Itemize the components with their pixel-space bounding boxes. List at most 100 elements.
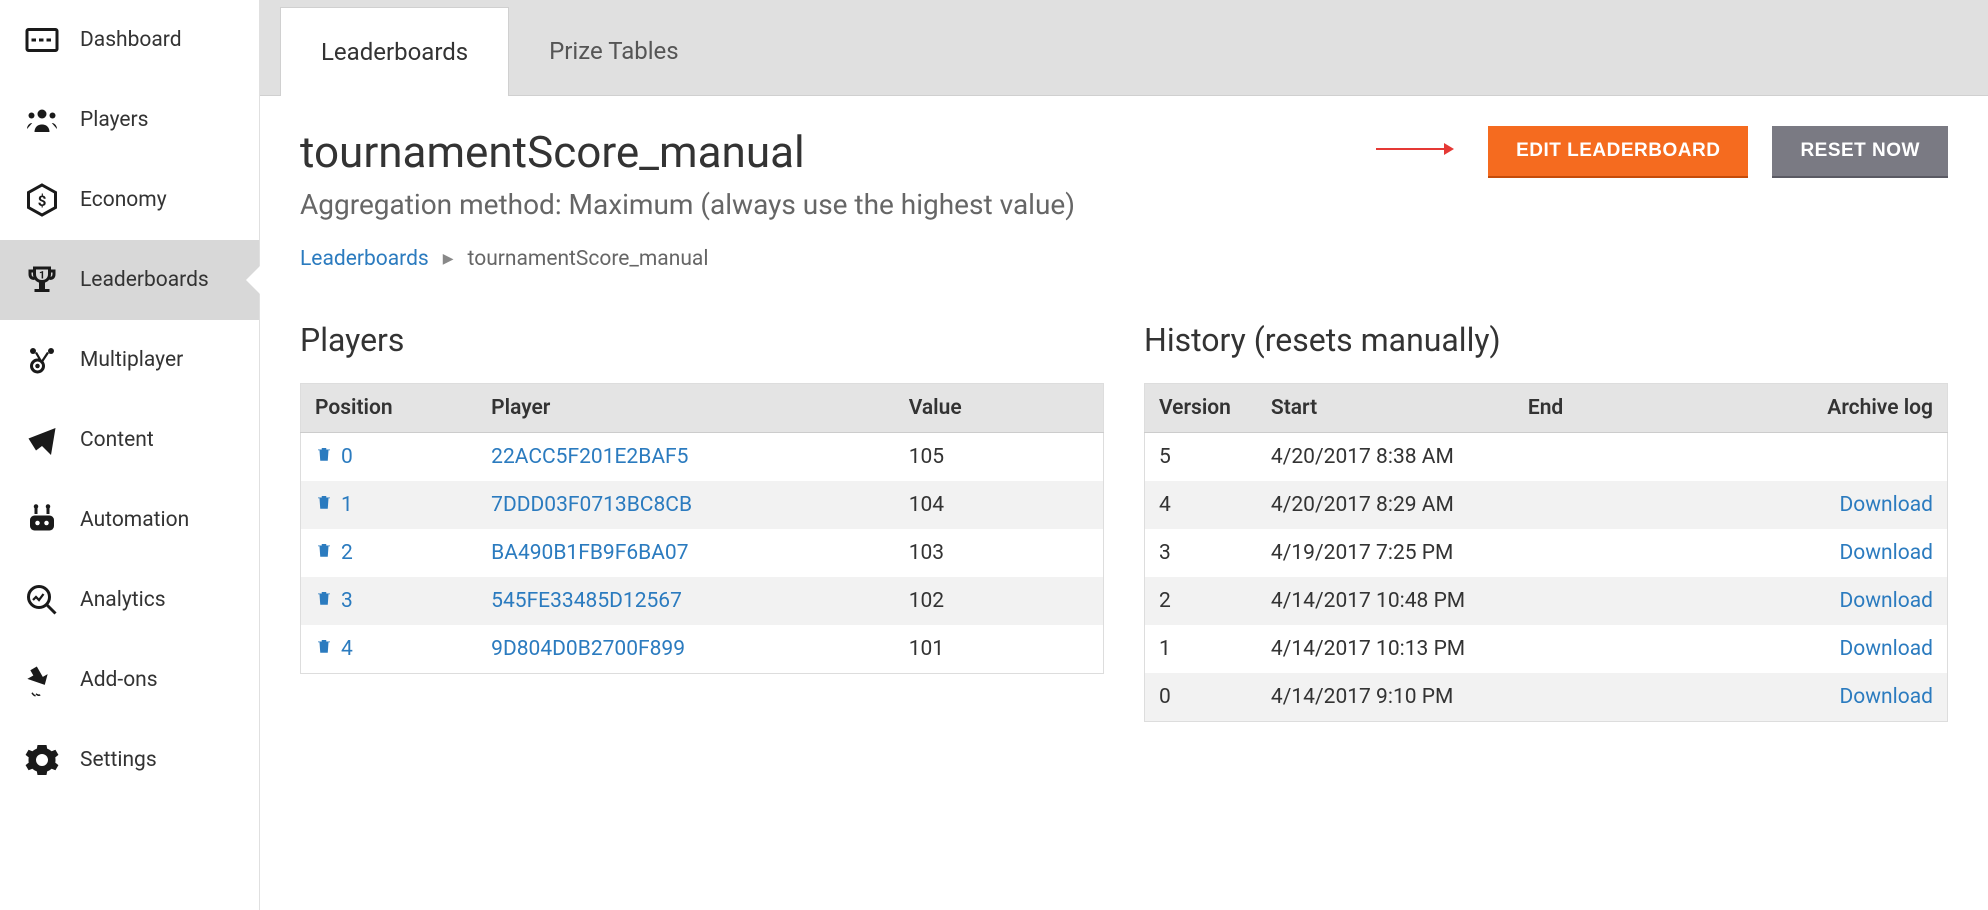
history-panel-title: History (resets manually) [1144, 321, 1948, 359]
archive-cell: Download [1707, 625, 1948, 673]
version-cell: 1 [1145, 625, 1257, 673]
end-cell [1514, 577, 1707, 625]
download-link[interactable]: Download [1840, 541, 1934, 565]
breadcrumb-current: tournamentScore_manual [468, 247, 709, 271]
download-link[interactable]: Download [1840, 589, 1934, 613]
player-link[interactable]: BA490B1FB9F6BA07 [491, 541, 688, 565]
archive-cell: Download [1707, 529, 1948, 577]
start-cell: 4/14/2017 10:48 PM [1257, 577, 1514, 625]
position-link[interactable]: 4 [341, 637, 353, 661]
sidebar-item-label: Analytics [80, 588, 166, 612]
col-position: Position [301, 384, 478, 433]
position-link[interactable]: 2 [341, 541, 353, 565]
sidebar-item-dashboard[interactable]: Dashboard [0, 0, 259, 80]
start-cell: 4/20/2017 8:29 AM [1257, 481, 1514, 529]
sidebar-item-addons[interactable]: Add-ons [0, 640, 259, 720]
content-icon [22, 420, 62, 460]
sidebar-item-label: Players [80, 108, 149, 132]
version-cell: 3 [1145, 529, 1257, 577]
sidebar-item-leaderboards[interactable]: 1 Leaderboards [0, 240, 259, 320]
sidebar-item-players[interactable]: Players [0, 80, 259, 160]
players-icon [22, 100, 62, 140]
table-row: 54/20/2017 8:38 AM [1145, 433, 1948, 482]
breadcrumb: Leaderboards ▶ tournamentScore_manual [300, 247, 1948, 271]
table-row: 34/19/2017 7:25 PMDownload [1145, 529, 1948, 577]
version-cell: 2 [1145, 577, 1257, 625]
end-cell [1514, 433, 1707, 482]
col-value: Value [895, 384, 1104, 433]
edit-leaderboard-button[interactable]: EDIT LEADERBOARD [1488, 126, 1748, 176]
col-end: End [1514, 384, 1707, 433]
trash-icon[interactable] [315, 589, 333, 613]
col-archive: Archive log [1707, 384, 1948, 433]
players-table: Position Player Value 0 22ACC5F201E2BAF5 1… [300, 383, 1104, 674]
settings-icon [22, 740, 62, 780]
position-link[interactable]: 1 [341, 493, 353, 517]
automation-icon [22, 500, 62, 540]
table-row: 44/20/2017 8:29 AMDownload [1145, 481, 1948, 529]
end-cell [1514, 481, 1707, 529]
download-link[interactable]: Download [1840, 685, 1934, 709]
end-cell [1514, 529, 1707, 577]
analytics-icon [22, 580, 62, 620]
player-link[interactable]: 7DDD03F0713BC8CB [491, 493, 692, 517]
table-row: 3545FE33485D12567102 [301, 577, 1104, 625]
table-row: 0 22ACC5F201E2BAF5 105 [301, 433, 1104, 482]
panels: Players Position Player Value 022ACC5F20… [300, 321, 1948, 722]
breadcrumb-root[interactable]: Leaderboards [300, 247, 429, 271]
version-cell: 5 [1145, 433, 1257, 482]
sidebar-item-analytics[interactable]: Analytics [0, 560, 259, 640]
sidebar-item-label: Economy [80, 188, 167, 212]
player-link[interactable]: 22ACC5F201E2BAF5 [491, 445, 688, 469]
table-row: 1 7DDD03F0713BC8CB 104 [301, 481, 1104, 529]
table-row: 24/14/2017 10:48 PM Download [1145, 577, 1948, 625]
players-panel: Players Position Player Value 022ACC5F20… [300, 321, 1104, 722]
sidebar-item-economy[interactable]: $ Economy [0, 160, 259, 240]
download-link[interactable]: Download [1840, 493, 1934, 517]
leaderboards-icon: 1 [22, 260, 62, 300]
sidebar-item-label: Leaderboards [80, 268, 209, 292]
sidebar-item-label: Automation [80, 508, 189, 532]
version-cell: 0 [1145, 673, 1257, 722]
value-cell: 101 [895, 625, 1104, 674]
sidebar: Dashboard Players $ Economy 1 Leaderboar… [0, 0, 260, 910]
archive-cell [1707, 433, 1948, 482]
tab-bar: Leaderboards Prize Tables [260, 0, 1988, 96]
sidebar-item-settings[interactable]: Settings [0, 720, 259, 800]
end-cell [1514, 625, 1707, 673]
multiplayer-icon [22, 340, 62, 380]
tab-leaderboards[interactable]: Leaderboards [280, 7, 509, 96]
start-cell: 4/14/2017 9:10 PM [1257, 673, 1514, 722]
player-link[interactable]: 9D804D0B2700F899 [491, 637, 685, 661]
addons-icon [22, 660, 62, 700]
download-link[interactable]: Download [1840, 637, 1934, 661]
dashboard-icon [22, 20, 62, 60]
arrow-annotation-icon [1374, 137, 1454, 165]
position-link[interactable]: 3 [341, 589, 353, 613]
reset-now-button[interactable]: RESET NOW [1772, 126, 1948, 176]
start-cell: 4/14/2017 10:13 PM [1257, 625, 1514, 673]
value-cell: 105 [895, 433, 1104, 482]
action-buttons: EDIT LEADERBOARD RESET NOW [1374, 126, 1948, 176]
sidebar-item-label: Add-ons [80, 668, 158, 692]
economy-icon: $ [22, 180, 62, 220]
chevron-right-icon: ▶ [443, 251, 454, 267]
main-content: Leaderboards Prize Tables tournamentScor… [260, 0, 1988, 910]
history-panel: History (resets manually) Version Start … [1144, 321, 1948, 722]
table-row: 4 9D804D0B2700F899 101 [301, 625, 1104, 674]
col-start: Start [1257, 384, 1514, 433]
sidebar-item-automation[interactable]: Automation [0, 480, 259, 560]
archive-cell: Download [1707, 577, 1948, 625]
trash-icon[interactable] [315, 637, 333, 661]
col-player: Player [477, 384, 895, 433]
value-cell: 104 [895, 481, 1104, 529]
trash-icon[interactable] [315, 445, 333, 469]
player-link[interactable]: 545FE33485D12567 [491, 589, 682, 613]
tab-prize-tables[interactable]: Prize Tables [509, 7, 719, 95]
sidebar-item-content[interactable]: Content [0, 400, 259, 480]
sidebar-item-multiplayer[interactable]: Multiplayer [0, 320, 259, 400]
svg-text:1: 1 [39, 269, 45, 282]
position-link[interactable]: 0 [341, 445, 353, 469]
trash-icon[interactable] [315, 541, 333, 565]
trash-icon[interactable] [315, 493, 333, 517]
